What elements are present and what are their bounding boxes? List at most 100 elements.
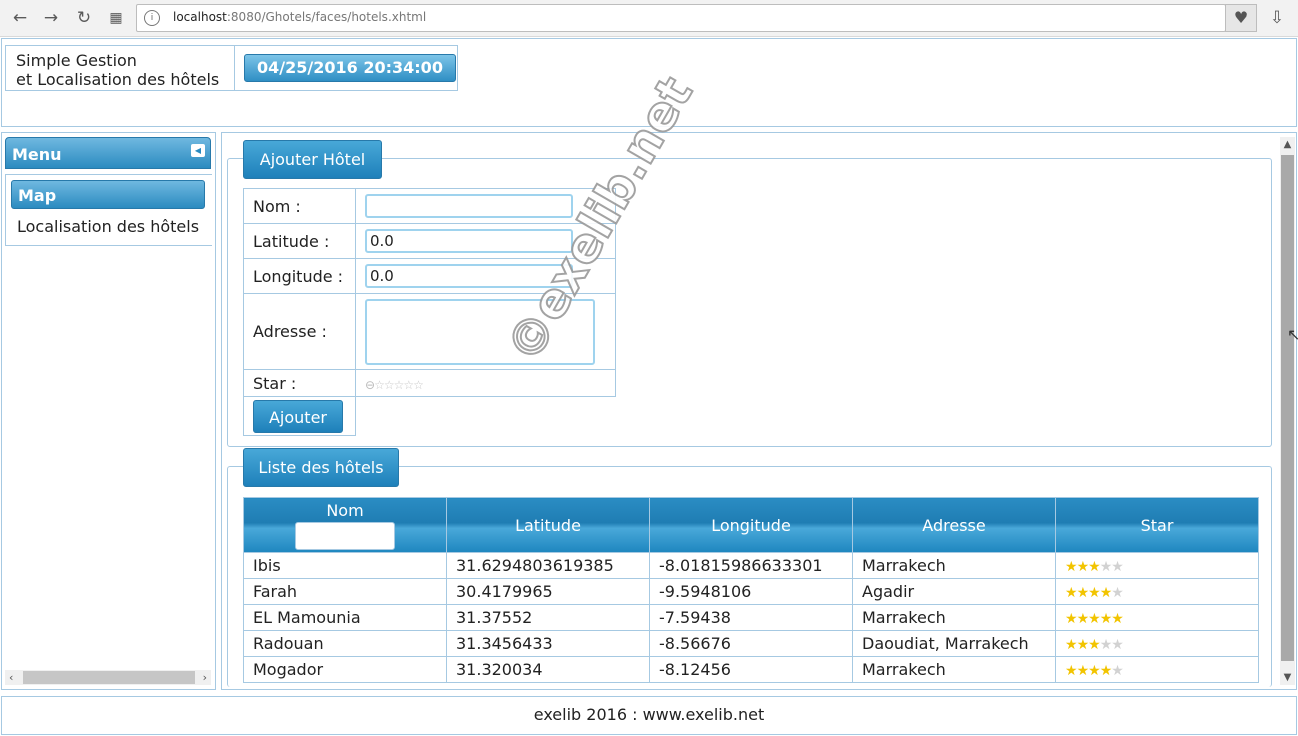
menu-header: Menu ◀ bbox=[5, 137, 211, 169]
cell-longitude: -8.56676 bbox=[649, 630, 853, 657]
main-panel: Ajouter Hôtel Nom : Latitude : Longitude… bbox=[221, 132, 1297, 690]
reload-icon[interactable]: ↻ bbox=[73, 7, 95, 29]
table-row[interactable]: Radouan 31.3456433 -8.56676 Daoudiat, Marra… bbox=[243, 630, 1259, 657]
star-rating-display: ★★★★★ bbox=[1065, 663, 1124, 679]
cell-longitude: -9.5948106 bbox=[649, 578, 853, 605]
star-rating-input[interactable]: ⊖☆☆☆☆☆ bbox=[365, 378, 424, 392]
rating-star-icon[interactable]: ☆ bbox=[403, 378, 414, 392]
star-filled-icon: ★ bbox=[1111, 611, 1124, 627]
longitude-label: Longitude : bbox=[243, 258, 356, 294]
star-empty-icon: ★ bbox=[1111, 559, 1124, 575]
cell-nom: Ibis bbox=[243, 552, 447, 579]
star-rating-display: ★★★★★ bbox=[1065, 637, 1124, 653]
column-header-latitude[interactable]: Latitude bbox=[446, 497, 650, 553]
app-title-line2: et Localisation des hôtels bbox=[16, 70, 220, 89]
back-arrow-icon[interactable]: ← bbox=[9, 7, 31, 29]
menu-title: Menu bbox=[12, 145, 62, 164]
scroll-up-icon[interactable]: ▲ bbox=[1280, 139, 1295, 150]
cell-star: ★★★★★ bbox=[1055, 578, 1259, 605]
hotels-table: Nom Latitude Longitude Adresse Star Ibis… bbox=[243, 497, 1259, 683]
scrollbar-thumb[interactable] bbox=[23, 671, 195, 684]
cell-adresse: Daoudiat, Marrakech bbox=[852, 630, 1056, 657]
star-filled-icon: ★ bbox=[1088, 585, 1101, 601]
cell-adresse: Agadir bbox=[852, 578, 1056, 605]
cell-adresse: Marrakech bbox=[852, 604, 1056, 631]
column-header-star[interactable]: Star bbox=[1055, 497, 1259, 553]
cell-nom: Farah bbox=[243, 578, 447, 605]
url-host: localhost bbox=[173, 10, 227, 24]
star-filled-icon: ★ bbox=[1088, 559, 1101, 575]
star-filled-icon: ★ bbox=[1065, 663, 1078, 679]
latitude-input[interactable] bbox=[365, 229, 573, 253]
add-hotel-legend: Ajouter Hôtel bbox=[243, 140, 382, 179]
site-info-icon[interactable]: i bbox=[144, 10, 160, 26]
cell-latitude: 31.3456433 bbox=[446, 630, 650, 657]
star-filled-icon: ★ bbox=[1065, 585, 1078, 601]
column-header-nom[interactable]: Nom bbox=[243, 497, 447, 553]
star-filled-icon: ★ bbox=[1076, 559, 1090, 575]
rating-star-icon[interactable]: ☆ bbox=[384, 378, 395, 392]
rating-star-icon[interactable]: ☆ bbox=[374, 378, 385, 392]
table-row[interactable]: Ibis 31.6294803619385 -8.01815986633301 Mar… bbox=[243, 552, 1259, 579]
star-filled-icon: ★ bbox=[1088, 611, 1101, 627]
page-footer: exelib 2016 : www.exelib.net bbox=[1, 696, 1297, 735]
scrollbar-thumb[interactable] bbox=[1281, 155, 1294, 661]
menu-item-localisation[interactable]: Localisation des hôtels bbox=[17, 217, 199, 236]
cell-star: ★★★★★ bbox=[1055, 656, 1259, 683]
horizontal-scrollbar[interactable]: ‹ › bbox=[5, 670, 211, 685]
cell-nom: Mogador bbox=[243, 656, 447, 683]
cell-latitude: 31.6294803619385 bbox=[446, 552, 650, 579]
latitude-label: Latitude : bbox=[243, 223, 356, 259]
scroll-left-icon[interactable]: ‹ bbox=[9, 670, 13, 685]
table-row[interactable]: EL Mamounia 31.37552 -7.59438 Marrakech ★★★★… bbox=[243, 604, 1259, 631]
star-rating-display: ★★★★★ bbox=[1065, 585, 1124, 601]
table-row[interactable]: Mogador 31.320034 -8.12456 Marrakech ★★★★★ bbox=[243, 656, 1259, 683]
star-filled-icon: ★ bbox=[1088, 663, 1101, 679]
star-filled-icon: ★ bbox=[1076, 663, 1090, 679]
apps-grid-icon[interactable]: ▦ bbox=[105, 7, 127, 29]
star-filled-icon: ★ bbox=[1099, 663, 1113, 679]
url-path: :8080/Ghotels/faces/hotels.xhtml bbox=[226, 10, 427, 24]
app-title-line1: Simple Gestion bbox=[16, 51, 137, 70]
star-filled-icon: ★ bbox=[1076, 585, 1090, 601]
left-menu-panel: Menu ◀ Map Localisation des hôtels ‹ › bbox=[1, 132, 216, 690]
star-rating-display: ★★★★★ bbox=[1065, 559, 1124, 575]
address-bar[interactable]: i localhost:8080/Ghotels/faces/hotels.xh… bbox=[136, 4, 1226, 32]
rating-star-icon[interactable]: ☆ bbox=[413, 378, 424, 392]
star-empty-icon: ★ bbox=[1111, 585, 1124, 601]
forward-arrow-icon[interactable]: → bbox=[40, 7, 62, 29]
browser-toolbar: ← → ↻ ▦ i localhost:8080/Ghotels/faces/h… bbox=[0, 0, 1298, 37]
header-table: Simple Gestion et Localisation des hôtel… bbox=[5, 45, 458, 91]
table-row[interactable]: Farah 30.4179965 -9.5948106 Agadir ★★★★★ bbox=[243, 578, 1259, 605]
cell-adresse: Marrakech bbox=[852, 656, 1056, 683]
scroll-right-icon[interactable]: › bbox=[203, 670, 207, 685]
ajouter-button[interactable]: Ajouter bbox=[253, 399, 343, 433]
nom-filter-input[interactable] bbox=[295, 521, 395, 550]
download-icon[interactable]: ⇩ bbox=[1266, 7, 1288, 29]
datetime-clock: 04/25/2016 20:34:00 bbox=[244, 54, 456, 82]
star-filled-icon: ★ bbox=[1088, 637, 1101, 653]
submit-cell: Ajouter bbox=[243, 396, 356, 436]
star-empty-icon: ★ bbox=[1099, 559, 1113, 575]
star-filled-icon: ★ bbox=[1099, 611, 1113, 627]
collapse-arrow-icon[interactable]: ◀ bbox=[191, 144, 205, 157]
cell-longitude: -7.59438 bbox=[649, 604, 853, 631]
column-header-longitude[interactable]: Longitude bbox=[649, 497, 853, 553]
cell-nom: EL Mamounia bbox=[243, 604, 447, 631]
cell-adresse: Marrakech bbox=[852, 552, 1056, 579]
star-filled-icon: ★ bbox=[1099, 585, 1113, 601]
nom-input[interactable] bbox=[365, 194, 573, 218]
star-filled-icon: ★ bbox=[1065, 559, 1078, 575]
favorite-heart-icon[interactable]: ♥ bbox=[1225, 4, 1257, 32]
star-rating-display: ★★★★★ bbox=[1065, 611, 1124, 627]
scroll-down-icon[interactable]: ▼ bbox=[1280, 672, 1295, 683]
menu-section-map[interactable]: Map bbox=[11, 180, 205, 209]
rating-star-icon[interactable]: ☆ bbox=[394, 378, 405, 392]
app-title: Simple Gestion et Localisation des hôtel… bbox=[6, 46, 235, 90]
cell-longitude: -8.12456 bbox=[649, 656, 853, 683]
hotel-list-legend: Liste des hôtels bbox=[243, 448, 399, 487]
column-header-adresse[interactable]: Adresse bbox=[852, 497, 1056, 553]
vertical-scrollbar[interactable]: ▲ ▼ bbox=[1280, 137, 1295, 685]
star-empty-icon: ★ bbox=[1099, 637, 1113, 653]
rating-cancel-icon[interactable]: ⊖ bbox=[365, 378, 375, 392]
